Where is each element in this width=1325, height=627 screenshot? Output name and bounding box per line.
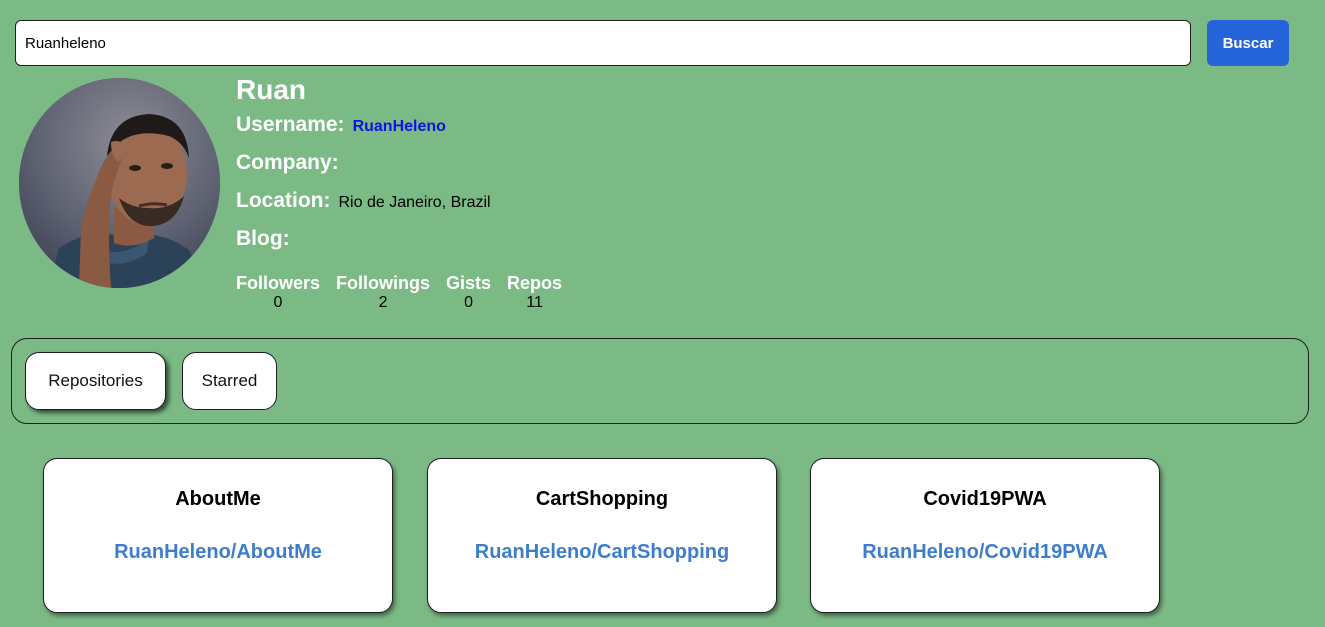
tabs-container: Repositories Starred (11, 338, 1309, 424)
username-link[interactable]: RuanHeleno (353, 108, 446, 146)
profile-name: Ruan (236, 74, 306, 105)
stat-value: 0 (464, 294, 473, 311)
tab-repositories[interactable]: Repositories (25, 352, 166, 410)
repo-card: AboutMe RuanHeleno/AboutMe (43, 458, 393, 613)
stat-value: 0 (273, 294, 283, 311)
stat-label: Followings (336, 273, 431, 293)
repo-link[interactable]: RuanHeleno/Covid19PWA (811, 540, 1159, 564)
repo-name: Covid19PWA (923, 488, 1047, 510)
avatar-photo (19, 78, 220, 288)
location-label: Location: (236, 189, 331, 212)
stat-value: 2 (378, 294, 388, 311)
search-button[interactable]: Buscar (1207, 20, 1289, 66)
username-row: Username: RuanHeleno (236, 106, 491, 144)
profile-info: Ruan Username: RuanHeleno Company: Locat… (236, 74, 491, 258)
repo-name: CartShopping (535, 488, 669, 510)
repo-link[interactable]: RuanHeleno/CartShopping (428, 540, 776, 564)
repo-card: Covid19PWA RuanHeleno/Covid19PWA (810, 458, 1160, 613)
company-row: Company: (236, 144, 491, 182)
blog-label: Blog: (236, 227, 290, 250)
stat-value: 11 (526, 294, 543, 311)
stat-followers: Followers 0 (236, 272, 320, 312)
search-input[interactable] (15, 20, 1191, 66)
stat-gists: Gists 0 (446, 272, 491, 312)
search-bar: Buscar (15, 20, 1291, 66)
tab-starred[interactable]: Starred (182, 352, 277, 410)
avatar (19, 78, 220, 288)
username-label: Username: (236, 113, 345, 136)
blog-row: Blog: (236, 220, 491, 258)
stat-label: Repos (507, 273, 563, 293)
profile-stats: Followers 0 Followings 2 Gists 0 Repos 1… (236, 272, 578, 312)
stat-followings: Followings 2 (336, 272, 430, 312)
stat-repos: Repos 11 (507, 272, 562, 312)
location-row: Location: Rio de Janeiro, Brazil (236, 182, 491, 220)
repo-link[interactable]: RuanHeleno/AboutMe (44, 540, 392, 564)
stat-label: Gists (446, 273, 492, 293)
repo-card: CartShopping RuanHeleno/CartShopping (427, 458, 777, 613)
location-value: Rio de Janeiro, Brazil (338, 194, 491, 211)
repo-name: AboutMe (175, 488, 261, 510)
company-label: Company: (236, 151, 339, 174)
stat-label: Followers (236, 273, 321, 293)
